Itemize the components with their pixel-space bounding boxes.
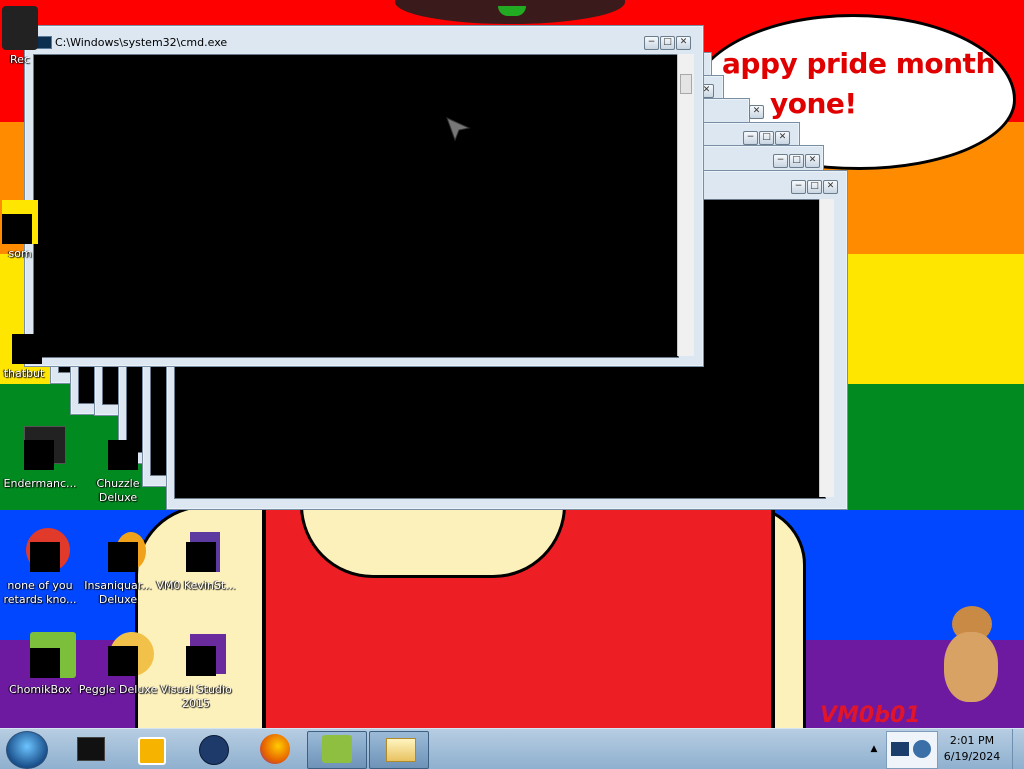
terminal-icon: [77, 737, 105, 761]
icon-label: thatbut: [3, 367, 45, 380]
firefox-icon: [260, 734, 290, 764]
desktop-icon-peggle[interactable]: Peggle Deluxe: [78, 632, 158, 697]
scrollbar[interactable]: [819, 199, 834, 497]
close-icon[interactable]: ✕: [676, 36, 691, 50]
maximize-icon[interactable]: □: [759, 131, 774, 145]
app-icon: [16, 426, 66, 474]
icon-label: ChomikBox: [9, 683, 71, 696]
notification-area: [886, 731, 938, 769]
peggle-icon: [94, 632, 154, 680]
desktop-icon-vm0-kevin[interactable]: VM0 KevinSt...: [156, 528, 236, 593]
icon-label: som: [8, 247, 32, 260]
taskbar-media-player-button[interactable]: [120, 731, 178, 767]
cartoon-neck: [300, 505, 566, 578]
taskbar-chomikbox-button[interactable]: [307, 731, 367, 769]
file-icon: [6, 320, 42, 364]
maximize-icon[interactable]: □: [789, 154, 804, 168]
cmd-window-main[interactable]: C:\Windows\system32\cmd.exe − □ ✕: [24, 25, 704, 367]
file-icon: [2, 200, 38, 244]
scrollbar[interactable]: [677, 54, 694, 356]
desktop-icon-som[interactable]: som: [0, 200, 40, 261]
window-title: C:\Windows\system32\cmd.exe: [55, 36, 228, 49]
chomikbox-icon: [322, 735, 352, 763]
app-icon: [16, 528, 70, 576]
icon-label: Endermanc...: [3, 477, 77, 490]
taskbar-clock[interactable]: 2:01 PM 6/19/2024: [940, 733, 1004, 765]
chuzzle-icon: [94, 426, 142, 474]
desktop-icon-insaniquarium[interactable]: Insaniquar... Deluxe: [78, 528, 158, 607]
minimize-icon[interactable]: −: [743, 131, 758, 145]
chomikbox-icon: [16, 632, 76, 680]
taskbar-cmd-button[interactable]: [60, 731, 118, 767]
speech-line-1: appy pride month: [722, 47, 995, 80]
start-button[interactable]: [6, 731, 48, 769]
minimize-icon[interactable]: −: [791, 180, 806, 194]
insaniquarium-icon: [94, 528, 146, 576]
show-hidden-icons-button[interactable]: ▲: [862, 729, 886, 769]
taskbar-firefox-button[interactable]: [245, 731, 303, 767]
icon-label: Rec: [10, 53, 30, 66]
taskbar: ▲: [0, 728, 1024, 769]
mouse-cursor-icon: [446, 117, 471, 142]
desktop-icon-thatbut[interactable]: thatbut: [0, 320, 48, 381]
clock-date: 6/19/2024: [943, 750, 1001, 763]
recycle-bin-icon: [2, 6, 38, 50]
close-icon[interactable]: ✕: [823, 180, 838, 194]
icon-label: Visual Studio 2015: [160, 683, 232, 710]
maximize-icon[interactable]: □: [660, 36, 675, 50]
close-icon[interactable]: ✕: [775, 131, 790, 145]
desktop-icon-chomikbox[interactable]: ChomikBox: [0, 632, 80, 697]
console-output[interactable]: [33, 54, 679, 358]
desktop-icon-chuzzle[interactable]: Chuzzle Deluxe: [78, 426, 158, 505]
icon-label: VM0 KevinSt...: [156, 579, 236, 592]
folder-icon: [386, 738, 416, 762]
minimize-icon[interactable]: −: [773, 154, 788, 168]
visual-studio-icon: [172, 632, 226, 680]
icon-label: none of you retards kno...: [3, 579, 77, 606]
icon-label: Insaniquar... Deluxe: [84, 579, 152, 606]
icon-label: Chuzzle Deluxe: [96, 477, 140, 504]
globe-icon: [199, 735, 229, 765]
desktop-icon-none-of-you[interactable]: none of you retards kno...: [0, 528, 80, 607]
network-icon[interactable]: [891, 742, 909, 756]
minimize-icon[interactable]: −: [644, 36, 659, 50]
clock-time: 2:01 PM: [949, 734, 995, 747]
media-player-icon: [138, 737, 166, 765]
desktop-icon-visual-studio[interactable]: Visual Studio 2015: [156, 632, 236, 711]
close-icon[interactable]: ✕: [749, 105, 764, 119]
desktop-icon-endermanch[interactable]: Endermanc...: [0, 426, 80, 491]
maximize-icon[interactable]: □: [807, 180, 822, 194]
desktop-icon-recycle-bin[interactable]: Rec: [0, 6, 40, 67]
scroll-thumb[interactable]: [680, 74, 692, 94]
icon-label: Peggle Deluxe: [78, 683, 158, 696]
app-icon: [172, 528, 220, 576]
watermark: VM0b01: [820, 703, 921, 728]
taskbar-explorer-button[interactable]: [369, 731, 429, 769]
hamster-image: [940, 606, 1004, 706]
show-desktop-button[interactable]: [1012, 729, 1024, 769]
action-center-icon[interactable]: [913, 740, 931, 758]
taskbar-browser-button[interactable]: [183, 731, 241, 767]
close-icon[interactable]: ✕: [805, 154, 820, 168]
